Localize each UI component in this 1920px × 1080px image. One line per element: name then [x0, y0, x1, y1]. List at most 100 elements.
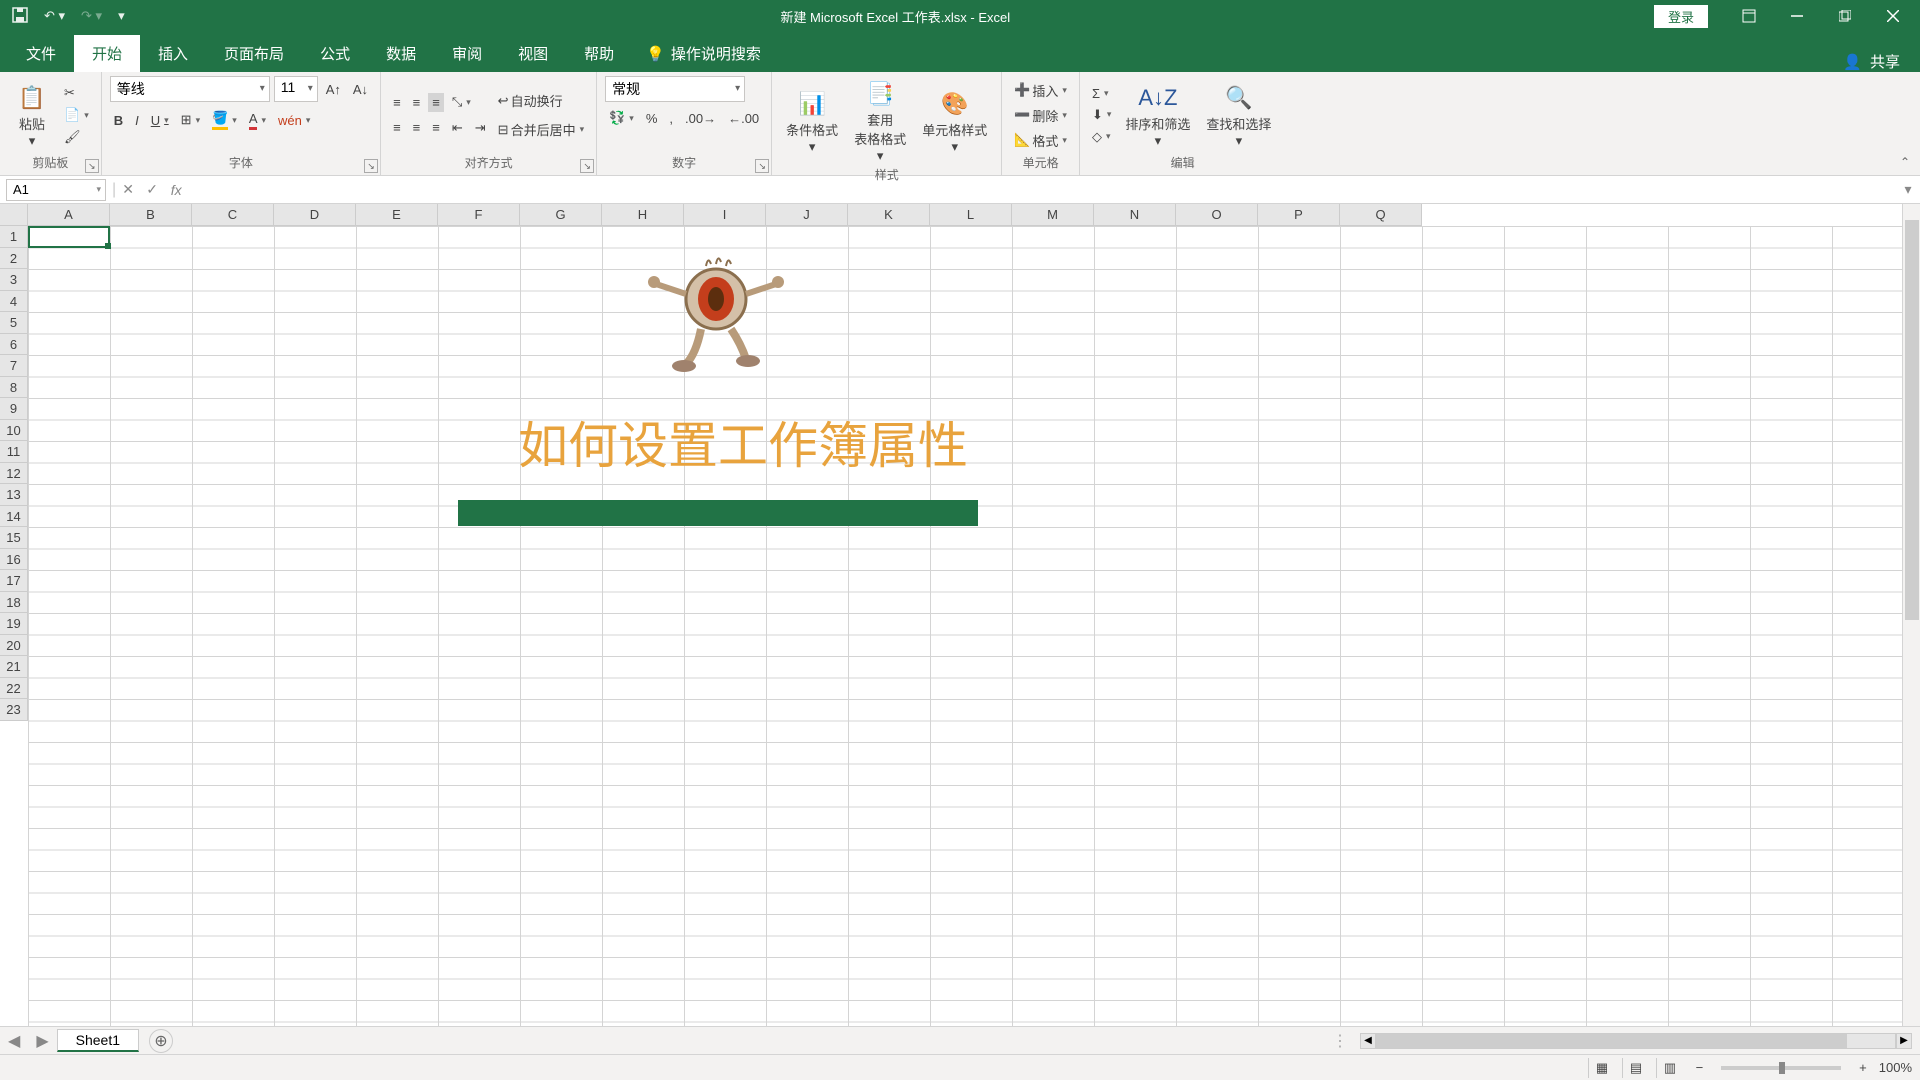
- align-right-button[interactable]: ≡: [428, 118, 444, 137]
- row-header[interactable]: 18: [0, 592, 28, 614]
- cell-styles-button[interactable]: 🎨单元格样式▾: [916, 86, 993, 157]
- vertical-scrollbar[interactable]: [1902, 204, 1920, 1026]
- row-header[interactable]: 16: [0, 549, 28, 571]
- collapse-ribbon-icon[interactable]: ⌃: [1900, 155, 1910, 169]
- hscroll-right-icon[interactable]: ▶: [1896, 1033, 1912, 1049]
- tab-insert[interactable]: 插入: [140, 35, 206, 72]
- fx-icon[interactable]: fx: [164, 182, 188, 198]
- column-header[interactable]: J: [766, 204, 848, 226]
- tab-data[interactable]: 数据: [368, 35, 434, 72]
- decrease-decimal-button[interactable]: ←.00: [724, 109, 763, 128]
- number-format-select[interactable]: 常规▾: [605, 76, 745, 102]
- clipboard-launcher[interactable]: ↘: [85, 159, 99, 173]
- row-header[interactable]: 1: [0, 226, 28, 248]
- cancel-formula-icon[interactable]: ✕: [116, 181, 140, 198]
- underline-button[interactable]: U▾: [147, 111, 173, 130]
- row-header[interactable]: 21: [0, 656, 28, 678]
- insert-cells-button[interactable]: ➕插入▾: [1010, 79, 1071, 102]
- row-header[interactable]: 19: [0, 613, 28, 635]
- ribbon-options-icon[interactable]: [1726, 0, 1772, 32]
- row-header[interactable]: 17: [0, 570, 28, 592]
- column-header[interactable]: M: [1012, 204, 1094, 226]
- zoom-slider[interactable]: [1721, 1066, 1841, 1070]
- tell-me-search[interactable]: 💡 操作说明搜索: [632, 35, 775, 72]
- sheet-nav-prev-icon[interactable]: ◀: [0, 1031, 28, 1051]
- column-header[interactable]: F: [438, 204, 520, 226]
- qat-customize-icon[interactable]: ▾: [114, 6, 129, 26]
- row-header[interactable]: 8: [0, 377, 28, 399]
- row-header[interactable]: 9: [0, 398, 28, 420]
- alignment-launcher[interactable]: ↘: [580, 159, 594, 173]
- zoom-level[interactable]: 100%: [1879, 1060, 1912, 1075]
- percent-button[interactable]: %: [642, 109, 662, 128]
- number-launcher[interactable]: ↘: [755, 159, 769, 173]
- hscroll-track[interactable]: [1376, 1033, 1896, 1049]
- login-button[interactable]: 登录: [1654, 5, 1708, 28]
- vscroll-thumb[interactable]: [1905, 220, 1919, 620]
- name-box[interactable]: A1▾: [6, 179, 106, 201]
- border-button[interactable]: ⊞▾: [177, 110, 204, 130]
- zoom-thumb[interactable]: [1779, 1062, 1785, 1074]
- column-header[interactable]: O: [1176, 204, 1258, 226]
- font-launcher[interactable]: ↘: [364, 159, 378, 173]
- row-header[interactable]: 15: [0, 527, 28, 549]
- column-header[interactable]: G: [520, 204, 602, 226]
- italic-button[interactable]: I: [131, 111, 143, 130]
- conditional-formatting-button[interactable]: 📊条件格式▾: [780, 86, 844, 157]
- decrease-indent-button[interactable]: ⇤: [448, 118, 467, 138]
- sort-filter-button[interactable]: A↓Z排序和筛选▾: [1119, 80, 1196, 151]
- align-bottom-button[interactable]: ≡: [428, 93, 444, 112]
- tab-formulas[interactable]: 公式: [302, 35, 368, 72]
- column-header[interactable]: K: [848, 204, 930, 226]
- row-header[interactable]: 12: [0, 463, 28, 485]
- undo-icon[interactable]: ↶ ▾: [40, 6, 69, 26]
- row-header[interactable]: 22: [0, 678, 28, 700]
- copy-button[interactable]: 📄▾: [60, 105, 93, 125]
- select-all-button[interactable]: [0, 204, 28, 226]
- column-header[interactable]: D: [274, 204, 356, 226]
- enter-formula-icon[interactable]: ✓: [140, 181, 164, 198]
- sheet-nav-next-icon[interactable]: ▶: [28, 1031, 56, 1051]
- row-header[interactable]: 11: [0, 441, 28, 463]
- find-select-button[interactable]: 🔍查找和选择▾: [1200, 80, 1277, 151]
- fill-color-button[interactable]: 🪣▾: [208, 108, 241, 132]
- format-as-table-button[interactable]: 📑套用 表格格式▾: [848, 76, 912, 166]
- delete-cells-button[interactable]: ➖删除▾: [1010, 104, 1071, 127]
- align-top-button[interactable]: ≡: [389, 93, 405, 112]
- horizontal-scrollbar[interactable]: ⋮ ◀ ▶: [173, 1031, 1920, 1051]
- fill-button[interactable]: ⬇▾: [1088, 105, 1115, 125]
- cut-button[interactable]: ✂: [60, 83, 93, 103]
- row-header[interactable]: 10: [0, 420, 28, 442]
- row-header[interactable]: 5: [0, 312, 28, 334]
- expand-formula-icon[interactable]: ▾: [1896, 181, 1920, 198]
- orientation-button[interactable]: ⤡▾: [448, 92, 490, 112]
- row-header[interactable]: 7: [0, 355, 28, 377]
- increase-decimal-button[interactable]: .00→: [681, 109, 720, 128]
- row-header[interactable]: 6: [0, 334, 28, 356]
- tab-view[interactable]: 视图: [500, 35, 566, 72]
- tab-page-layout[interactable]: 页面布局: [206, 35, 302, 72]
- row-header[interactable]: 4: [0, 291, 28, 313]
- active-cell[interactable]: [28, 226, 110, 248]
- font-size-select[interactable]: 11▾: [274, 76, 318, 102]
- hscroll-thumb[interactable]: [1377, 1034, 1847, 1048]
- column-header[interactable]: H: [602, 204, 684, 226]
- align-center-button[interactable]: ≡: [409, 118, 425, 137]
- font-name-select[interactable]: 等线▾: [110, 76, 270, 102]
- column-header[interactable]: C: [192, 204, 274, 226]
- column-header[interactable]: P: [1258, 204, 1340, 226]
- tab-file[interactable]: 文件: [8, 35, 74, 72]
- tab-help[interactable]: 帮助: [566, 35, 632, 72]
- increase-indent-button[interactable]: ⇥: [471, 118, 490, 138]
- format-painter-button[interactable]: 🖌: [60, 127, 93, 147]
- minimize-icon[interactable]: [1774, 0, 1820, 32]
- font-color-button[interactable]: A▾: [245, 109, 270, 132]
- column-header[interactable]: A: [28, 204, 110, 226]
- maximize-icon[interactable]: [1822, 0, 1868, 32]
- increase-font-button[interactable]: A↑: [322, 80, 345, 99]
- tab-review[interactable]: 审阅: [434, 35, 500, 72]
- column-header[interactable]: I: [684, 204, 766, 226]
- decrease-font-button[interactable]: A↓: [349, 80, 372, 99]
- comma-button[interactable]: ,: [665, 109, 677, 128]
- wrap-text-button[interactable]: ↩ 自动换行: [494, 89, 588, 112]
